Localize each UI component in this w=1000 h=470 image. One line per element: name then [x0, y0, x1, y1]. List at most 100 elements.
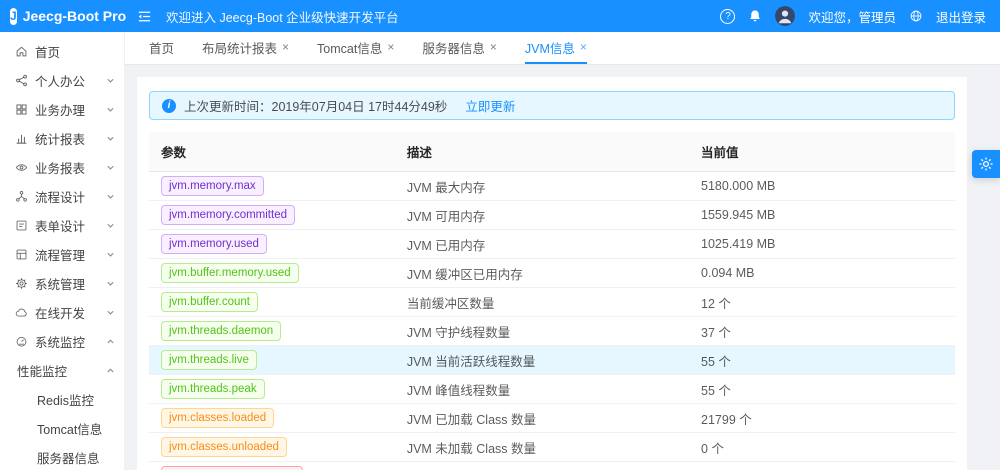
tab-home[interactable]: 首页	[149, 32, 174, 64]
sidebar-item-home[interactable]: 首页	[0, 37, 124, 66]
sidebar-item-redis-monitor[interactable]: Redis监控	[0, 385, 124, 414]
sidebar-item-label: 首页	[35, 42, 60, 61]
tab-label: 布局统计报表	[202, 38, 277, 57]
globe-icon	[909, 9, 923, 23]
param-tag: jvm.memory.used	[161, 234, 267, 254]
param-tag: jvm.classes.unloaded	[161, 437, 287, 457]
sidebar-item-online-dev[interactable]: 在线开发	[0, 298, 124, 327]
tab-label: JVM信息	[525, 38, 575, 57]
sidebar-item-business-handling[interactable]: 业务办理	[0, 95, 124, 124]
logout-button[interactable]: 退出登录	[936, 7, 986, 26]
tab-server-info[interactable]: 服务器信息 ×	[422, 32, 497, 64]
param-value: 55 个	[689, 375, 955, 404]
share-icon	[15, 74, 28, 87]
chevron-up-icon	[106, 337, 115, 346]
sidebar-item-label: Tomcat信息	[37, 419, 102, 438]
sidebar-item-personal-office[interactable]: 个人办公	[0, 66, 124, 95]
box-icon	[15, 248, 28, 261]
chevron-down-icon	[106, 105, 115, 114]
tab-jvm-info[interactable]: JVM信息 ×	[525, 32, 587, 64]
sidebar-item-tomcat-info[interactable]: Tomcat信息	[0, 414, 124, 443]
param-value: 37 个	[689, 317, 955, 346]
param-tag: jvm.classes.loaded	[161, 408, 274, 428]
close-icon[interactable]: ×	[387, 41, 394, 53]
tab-label: Tomcat信息	[317, 38, 382, 57]
sidebar-item-form-design[interactable]: 表单设计	[0, 211, 124, 240]
cloud-icon	[15, 306, 28, 319]
sidebar: 首页个人办公业务办理统计报表业务报表流程设计表单设计流程管理系统管理在线开发系统…	[0, 32, 125, 470]
gear-icon	[15, 277, 28, 290]
close-icon[interactable]: ×	[282, 41, 289, 53]
table-row: jvm.gc.memory.allocatedGC 时, 年轻代分配的内存空间3…	[149, 462, 955, 470]
param-tag: jvm.threads.live	[161, 350, 257, 370]
param-value: 1025.419 MB	[689, 230, 955, 259]
param-desc: JVM 未加载 Class 数量	[395, 433, 689, 462]
sidebar-item-system-management[interactable]: 系统管理	[0, 269, 124, 298]
column-header: 当前值	[689, 132, 955, 172]
sidebar-item-performance-monitor[interactable]: 性能监控	[0, 356, 124, 385]
param-desc: JVM 缓冲区已用内存	[395, 259, 689, 288]
welcome-text: 欢迎进入 Jeecg-Boot 企业级快速开发平台	[166, 7, 399, 26]
close-icon[interactable]: ×	[490, 41, 497, 53]
info-icon: i	[162, 99, 176, 113]
table-row: jvm.threads.liveJVM 当前活跃线程数量55 个	[149, 346, 955, 375]
bell-icon[interactable]	[748, 9, 762, 23]
jvm-table: 参数描述当前值 jvm.memory.maxJVM 最大内存5180.000 M…	[149, 132, 955, 470]
tab-layout-stats-report[interactable]: 布局统计报表 ×	[202, 32, 289, 64]
table-row: jvm.memory.used JVM 已用内存1025.419 MB	[149, 230, 955, 259]
chevron-down-icon	[106, 134, 115, 143]
top-header: J Jeecg-Boot Pro 欢迎进入 Jeecg-Boot 企业级快速开发…	[0, 0, 1000, 32]
bar-chart-icon	[15, 132, 28, 145]
chevron-down-icon	[106, 221, 115, 230]
param-desc: JVM 峰值线程数量	[395, 375, 689, 404]
param-value: 3597.245 MB	[689, 462, 955, 470]
table-row: jvm.threads.daemonJVM 守护线程数量37 个	[149, 317, 955, 346]
param-value: 0.094 MB	[689, 259, 955, 288]
sidebar-item-server-info[interactable]: 服务器信息	[0, 443, 124, 470]
table-row: jvm.memory.maxJVM 最大内存5180.000 MB	[149, 172, 955, 201]
refresh-now-link[interactable]: 立即更新	[465, 96, 515, 115]
table-row: jvm.classes.loaded JVM 已加载 Class 数量21799 …	[149, 404, 955, 433]
sidebar-item-stats-report[interactable]: 统计报表	[0, 124, 124, 153]
column-header: 参数	[149, 132, 395, 172]
sidebar-item-business-report[interactable]: 业务报表	[0, 153, 124, 182]
main-area: 首页 布局统计报表 × Tomcat信息 × 服务器信息 × JVM信息 × i 上次更新时间：…	[125, 32, 1000, 470]
sidebar-item-label: 流程管理	[35, 245, 85, 264]
sidebar-item-label: 系统管理	[35, 274, 85, 293]
sidebar-item-label: 业务报表	[35, 158, 85, 177]
table-row: jvm.buffer.count当前缓冲区数量12 个	[149, 288, 955, 317]
gear-icon	[978, 156, 994, 172]
menu-fold-icon[interactable]	[137, 9, 152, 24]
apps-icon	[15, 103, 28, 116]
sidebar-item-process-design[interactable]: 流程设计	[0, 182, 124, 211]
help-icon[interactable]: ?	[720, 9, 735, 24]
param-desc: JVM 守护线程数量	[395, 317, 689, 346]
sidebar-item-label: 表单设计	[35, 216, 85, 235]
tab-label: 服务器信息	[422, 38, 485, 57]
param-value: 21799 个	[689, 404, 955, 433]
param-desc: JVM 已加载 Class 数量	[395, 404, 689, 433]
tab-tomcat-info[interactable]: Tomcat信息 ×	[317, 32, 394, 64]
settings-drawer-button[interactable]	[972, 150, 1000, 178]
form-icon	[15, 219, 28, 232]
param-desc: JVM 已用内存	[395, 230, 689, 259]
user-greeting[interactable]: 欢迎您，管理员	[808, 7, 896, 26]
param-tag: jvm.threads.peak	[161, 379, 265, 399]
page-body: 首页个人办公业务办理统计报表业务报表流程设计表单设计流程管理系统管理在线开发系统…	[0, 32, 1000, 470]
sidebar-item-system-monitor[interactable]: 系统监控	[0, 327, 124, 356]
sidebar-item-label: 个人办公	[35, 71, 85, 90]
sidebar-item-label: 系统监控	[35, 332, 85, 351]
chevron-down-icon	[106, 279, 115, 288]
chevron-down-icon	[106, 163, 115, 172]
sidebar-item-label: 服务器信息	[37, 448, 100, 467]
param-value: 0 个	[689, 433, 955, 462]
tab-label: 首页	[149, 38, 174, 57]
sidebar-item-process-management[interactable]: 流程管理	[0, 240, 124, 269]
alert-text: 上次更新时间：2019年07月04日 17时44分49秒	[184, 96, 447, 115]
avatar[interactable]	[775, 6, 795, 26]
logo[interactable]: J Jeecg-Boot Pro	[0, 8, 125, 25]
param-tag: jvm.buffer.memory.used	[161, 263, 299, 283]
param-value: 5180.000 MB	[689, 172, 955, 201]
table-row: jvm.buffer.memory.used JVM 缓冲区已用内存0.094 M…	[149, 259, 955, 288]
close-icon[interactable]: ×	[580, 41, 587, 53]
